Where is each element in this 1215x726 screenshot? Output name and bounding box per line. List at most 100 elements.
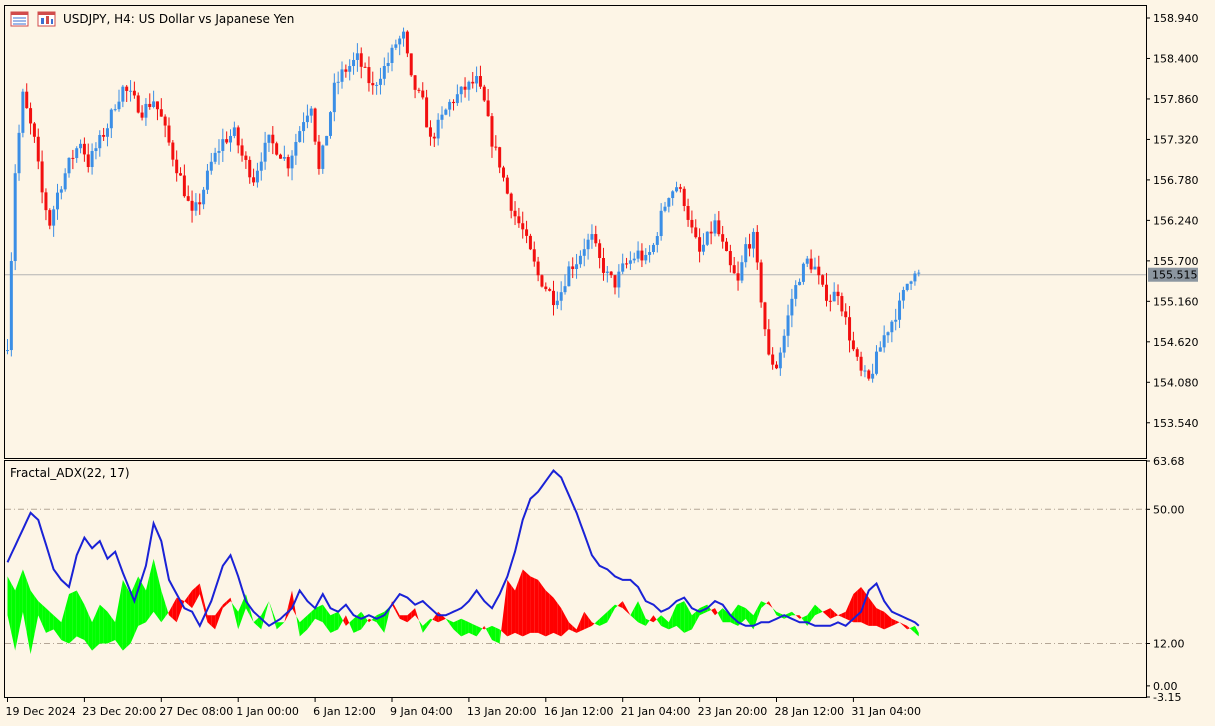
candle-body — [817, 266, 821, 276]
price-axis-label: 154.080 — [1153, 376, 1199, 389]
candle-body — [675, 187, 679, 192]
time-axis-label: 27 Dec 08:00 — [159, 705, 233, 718]
candle-body — [471, 81, 475, 84]
candle-body — [748, 244, 752, 249]
candle-body — [705, 231, 709, 245]
candle-body — [225, 139, 229, 143]
candle-body — [667, 198, 671, 207]
candle-body — [344, 69, 348, 72]
candle-body — [132, 90, 136, 96]
candle-body — [867, 370, 871, 379]
price-axis-label: 157.320 — [1153, 133, 1199, 146]
candle-body — [121, 86, 125, 102]
candle-body — [651, 244, 655, 253]
candle-body — [525, 229, 529, 236]
candle-body — [29, 108, 33, 124]
candle-body — [521, 223, 525, 230]
candle-body — [809, 258, 813, 270]
di-fill-segment — [511, 585, 516, 635]
candle-body — [544, 286, 548, 290]
candle-body — [898, 300, 902, 320]
indicator-axis-label: -3.15 — [1153, 691, 1181, 704]
candle-body — [790, 298, 794, 316]
window-list-icon[interactable] — [10, 11, 29, 27]
candle — [759, 259, 763, 308]
candle-body — [709, 231, 713, 234]
candle-body — [213, 152, 217, 162]
candle-body — [202, 189, 206, 205]
di-fill-segment — [857, 586, 862, 623]
di-fill-segment — [522, 569, 527, 637]
candle-body — [252, 177, 256, 183]
candle-body — [209, 161, 213, 171]
candle — [9, 252, 13, 357]
candle-body — [129, 90, 133, 92]
candle-body — [605, 271, 609, 273]
candle-body — [117, 101, 121, 110]
candle-body — [701, 244, 705, 252]
candle-body — [632, 258, 636, 261]
candle-body — [109, 109, 113, 129]
candle-body — [913, 273, 917, 282]
candle-body — [290, 155, 294, 169]
candle — [17, 124, 21, 181]
candle-body — [44, 192, 48, 211]
time-axis-label: 23 Jan 20:00 — [698, 705, 768, 718]
candle-body — [267, 134, 271, 143]
candle-body — [63, 173, 67, 190]
candle-body — [82, 143, 86, 155]
candle-body — [801, 263, 805, 282]
candle-body — [205, 170, 209, 190]
candle-body — [582, 249, 586, 256]
di-fill-segment — [518, 569, 523, 637]
chart-canvas[interactable]: 158.940 158.400 157.860 157.320 156.780 156.2… — [0, 0, 1215, 726]
candle-body — [532, 249, 536, 262]
candle-body — [844, 311, 848, 318]
chart-title: USDJPY, H4: US Dollar vs Japanese Yen — [63, 12, 294, 26]
candle-body — [40, 161, 44, 193]
candle-body — [244, 155, 248, 160]
candle-body — [55, 192, 59, 210]
di-fill-segment — [507, 579, 512, 637]
di-fill-segment — [557, 602, 562, 637]
candle-body — [428, 127, 432, 137]
candle-body — [413, 75, 417, 90]
candle-body — [794, 285, 798, 299]
candle-body — [625, 263, 629, 265]
candle-body — [855, 349, 859, 357]
candle-body — [874, 351, 878, 374]
candle-body — [271, 134, 275, 144]
price-axis-label: 153.540 — [1153, 417, 1199, 430]
di-fill-segment — [549, 594, 554, 635]
price-axis-label: 158.940 — [1153, 12, 1199, 25]
price-axis-label: 154.620 — [1153, 336, 1199, 349]
candle-body — [540, 275, 544, 287]
candle-body — [478, 76, 482, 87]
candle-body — [498, 147, 502, 168]
candle-body — [617, 271, 621, 288]
candle-body — [917, 272, 921, 274]
di-fill-segment — [122, 579, 127, 651]
candle-body — [186, 196, 190, 201]
candle-body — [229, 135, 233, 143]
time-axis-label: 16 Jan 12:00 — [544, 705, 614, 718]
candle — [409, 53, 413, 77]
candle-body — [486, 100, 490, 117]
candle-body — [821, 275, 825, 285]
candle-body — [355, 53, 359, 60]
candle-body — [513, 210, 517, 217]
time-axis-label: 21 Jan 04:00 — [621, 705, 691, 718]
candle-body — [863, 370, 867, 372]
chart-window-icon[interactable] — [37, 11, 56, 27]
candle-body — [286, 156, 290, 169]
candle-body — [144, 103, 148, 118]
candle-body — [421, 90, 425, 98]
candle-body — [425, 97, 429, 128]
candle-body — [90, 151, 94, 168]
time-axis-label: 31 Jan 04:00 — [851, 705, 921, 718]
di-fill-segment — [45, 608, 50, 633]
candle-body — [436, 119, 440, 139]
candle-body — [798, 281, 802, 286]
candle-body — [563, 286, 567, 293]
candle-body — [371, 83, 375, 86]
